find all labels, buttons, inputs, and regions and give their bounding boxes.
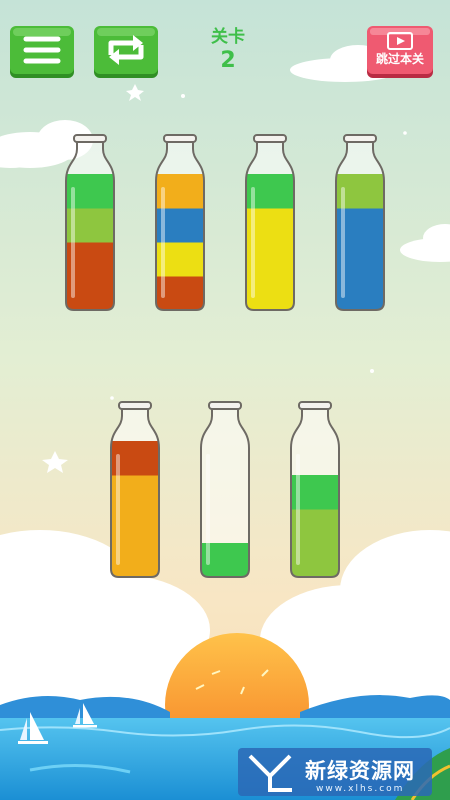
bottle[interactable] <box>109 401 161 578</box>
restart-button[interactable] <box>93 25 159 79</box>
level-number: 2 <box>220 48 236 73</box>
bottle[interactable] <box>199 401 251 578</box>
bottle[interactable] <box>64 134 116 311</box>
watermark-url: www.xlhs.com <box>316 784 405 794</box>
menu-button[interactable] <box>9 25 75 79</box>
level-label: 关卡 <box>211 27 245 47</box>
bottle[interactable] <box>289 401 341 578</box>
game-scene <box>0 0 450 800</box>
bottle[interactable] <box>154 134 206 311</box>
skip-level-label: 跳过本关 <box>375 52 424 66</box>
bottle[interactable] <box>334 134 386 311</box>
watermark-text: 新绿资源网 <box>305 759 415 783</box>
bottle[interactable] <box>244 134 296 311</box>
